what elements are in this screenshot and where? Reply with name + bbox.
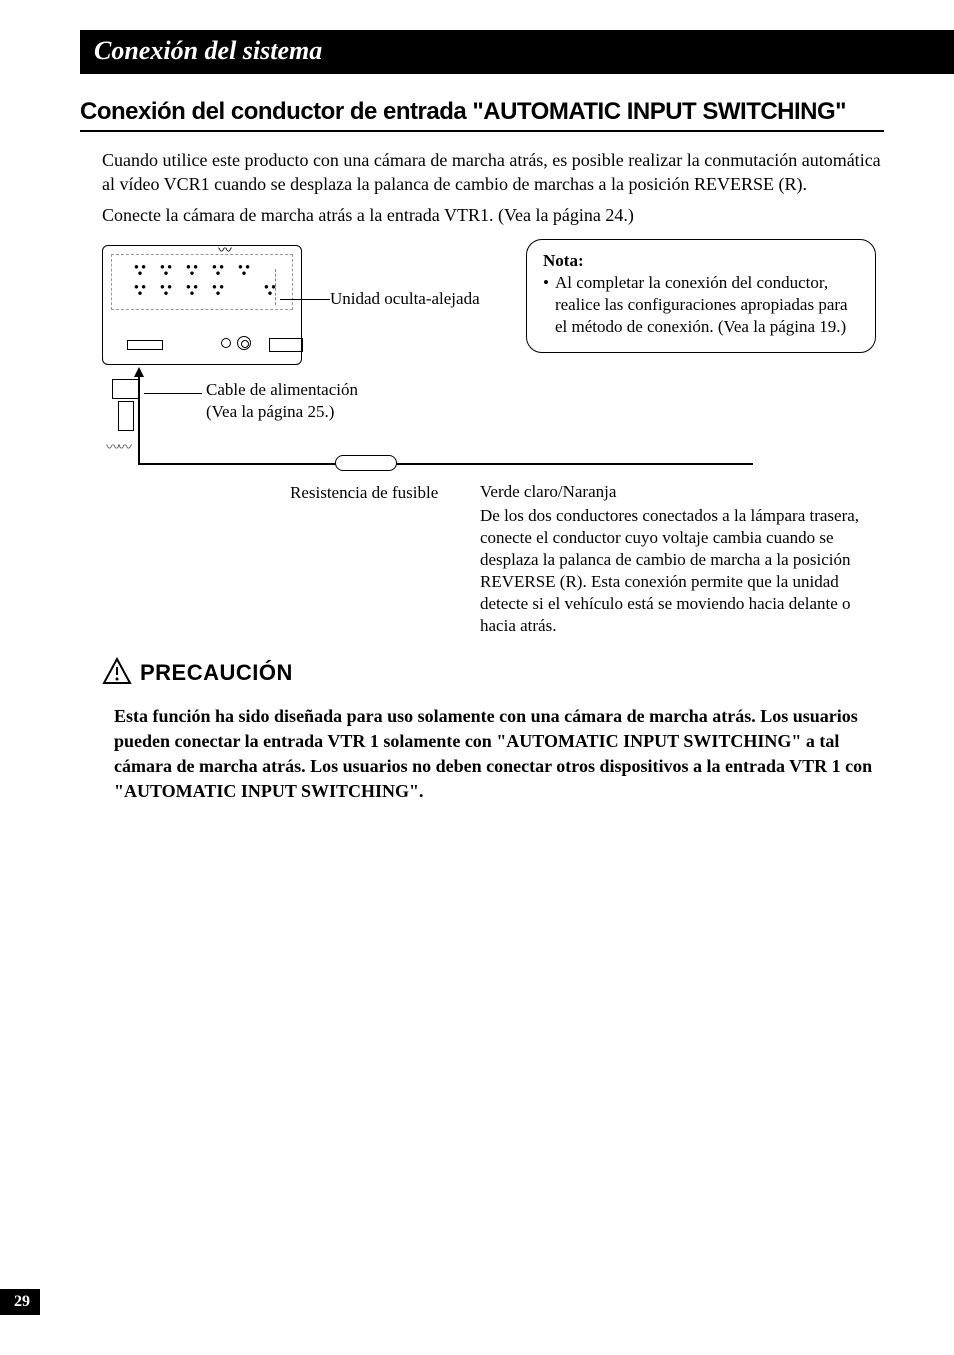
bullet-icon: •: [543, 272, 549, 338]
note-title: Nota:: [543, 250, 859, 272]
caution-title: PRECAUCIÓN: [140, 660, 293, 686]
connector-illustration-2: [118, 401, 134, 431]
note-text: Al completar la conexión del conductor, …: [555, 272, 859, 338]
caution-body: Esta función ha sido diseñada para uso s…: [114, 704, 874, 805]
wire-color-label: Verde claro/Naranja: [480, 481, 880, 503]
hideaway-unit-illustration: 〰: [102, 245, 302, 365]
power-cable-label: Cable de alimentación (Vea la página 25.…: [206, 379, 358, 423]
cable-squiggle-icon: 〰〰: [106, 437, 130, 457]
connector-illustration: [112, 379, 140, 399]
unit-label: Unidad oculta-alejada: [330, 289, 480, 309]
wire-description-text: De los dos conductores conectados a la l…: [480, 505, 880, 638]
page-number: 29: [0, 1289, 40, 1315]
arrow-up-icon: [134, 367, 144, 377]
wiring-diagram: 〰 Unidad oculta-alejada 〰〰 Cable de alim…: [80, 239, 884, 649]
wire-description: Verde claro/Naranja De los dos conductor…: [480, 481, 880, 638]
fuse-label: Resistencia de fusible: [290, 483, 438, 503]
intro-paragraph-2: Conecte la cámara de marcha atrás a la e…: [102, 203, 884, 227]
section-header: Conexión del sistema: [80, 30, 954, 74]
antenna-icon: 〰: [218, 240, 232, 260]
intro-paragraph-1: Cuando utilice este producto con una cám…: [102, 148, 884, 197]
fuse-resistor-illustration: [335, 455, 397, 471]
power-cable-label-line2: (Vea la página 25.): [206, 402, 334, 421]
power-cable-label-line1: Cable de alimentación: [206, 380, 358, 399]
subsection-title: Conexión del conductor de entrada "AUTOM…: [80, 98, 884, 132]
warning-triangle-icon: [102, 657, 132, 690]
note-box: Nota: • Al completar la conexión del con…: [526, 239, 876, 353]
